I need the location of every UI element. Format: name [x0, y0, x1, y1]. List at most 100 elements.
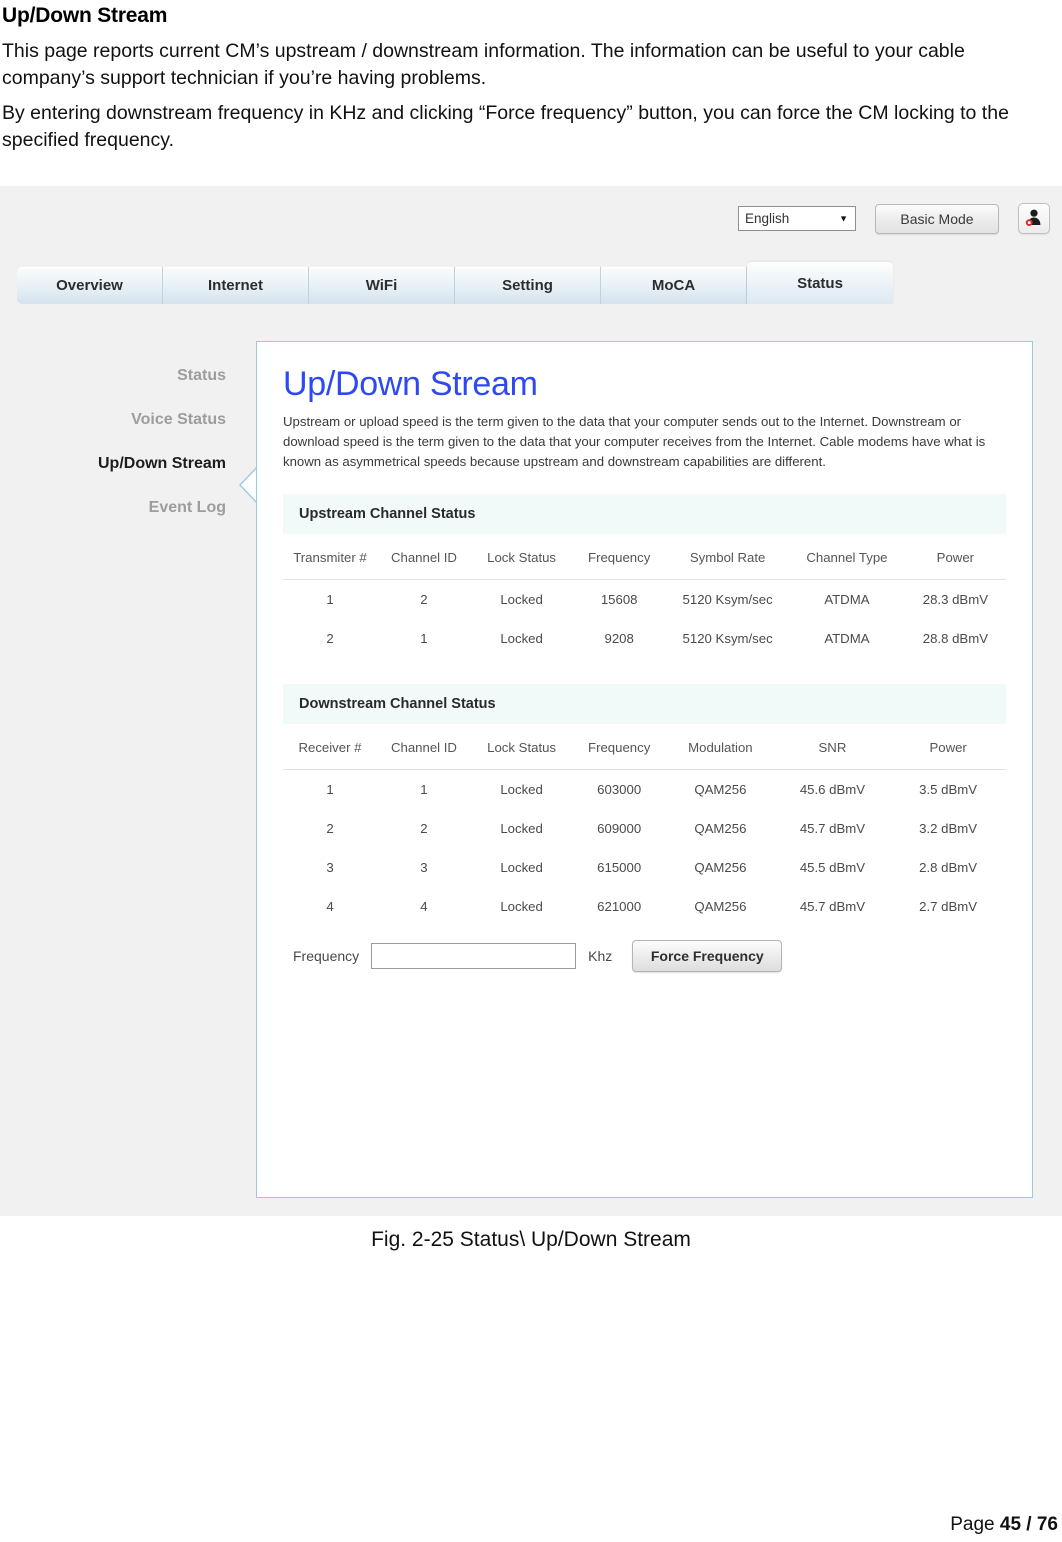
tab-setting[interactable]: Setting: [455, 267, 601, 304]
col-modulation: Modulation: [666, 724, 775, 770]
user-logout-icon: [1025, 209, 1041, 226]
screenshot-topbar: English ▼ Basic Mode: [738, 203, 1050, 234]
col-channel-id: Channel ID: [376, 724, 471, 770]
cell: 9208: [604, 631, 634, 646]
cell: 615000: [597, 860, 642, 875]
table-row: 1 1 Locked 603000 QAM256 45.6 dBmV 3.5 d…: [283, 770, 1006, 810]
col-transmiter: Transmiter #: [283, 534, 377, 580]
chevron-down-icon: ▼: [839, 213, 848, 223]
col-lock-status: Lock Status: [470, 724, 573, 770]
cell: 2: [326, 631, 334, 646]
table-header-row: Transmiter # Channel ID Lock Status Freq…: [283, 534, 1006, 580]
cell: 5120 Ksym/sec: [682, 631, 773, 646]
cell: 1: [326, 782, 334, 797]
sidebar-item-status[interactable]: Status: [0, 354, 244, 398]
intro-paragraph-2: By entering downstream frequency in KHz …: [2, 102, 1009, 151]
force-frequency-form: Frequency Khz Force Frequency: [283, 940, 1006, 972]
cell: QAM256: [694, 782, 747, 797]
cell: 3.5 dBmV: [919, 782, 978, 797]
cell: 5120 Ksym/sec: [682, 592, 773, 607]
cell: 2.8 dBmV: [919, 860, 978, 875]
document-text-block: Up/Down Stream This page reports current…: [0, 0, 1062, 154]
tab-moca[interactable]: MoCA: [601, 267, 747, 304]
cell: 603000: [597, 782, 642, 797]
panel-heading: Up/Down Stream: [283, 365, 538, 403]
frequency-unit-label: Khz: [588, 948, 613, 964]
page-title: Up/Down Stream: [2, 4, 168, 27]
cell: 4: [326, 899, 334, 914]
cell: 2: [420, 592, 428, 607]
col-channel-id: Channel ID: [376, 534, 471, 580]
table-row: 4 4 Locked 621000 QAM256 45.7 dBmV 2.7 d…: [283, 887, 1006, 928]
col-snr: SNR: [774, 724, 891, 770]
cell: 1: [326, 592, 334, 607]
cell: 3: [420, 860, 428, 875]
cell: 2: [326, 821, 334, 836]
footer-prefix: Page: [950, 1514, 1000, 1535]
col-receiver: Receiver #: [283, 724, 377, 770]
content-panel: Up/Down Stream Upstream or upload speed …: [256, 341, 1033, 1198]
table-row: 2 1 Locked 9208 5120 Ksym/sec ATDMA 28.8…: [283, 619, 1006, 660]
intro-paragraph-1: This page reports current CM’s upstream …: [2, 40, 965, 89]
user-account-button[interactable]: [1018, 203, 1050, 234]
cell: Locked: [500, 821, 543, 836]
cell: 45.7 dBmV: [799, 899, 866, 914]
frequency-input[interactable]: [371, 943, 577, 969]
force-frequency-button[interactable]: Force Frequency: [632, 940, 783, 972]
table-row: 2 2 Locked 609000 QAM256 45.7 dBmV 3.2 d…: [283, 809, 1006, 848]
cell: 2.7 dBmV: [919, 899, 978, 914]
cell: QAM256: [694, 821, 747, 836]
cell: ATDMA: [824, 631, 870, 646]
sidebar-item-up-down-stream[interactable]: Up/Down Stream: [0, 442, 244, 486]
cell: 609000: [597, 821, 642, 836]
cell: 28.8 dBmV: [922, 631, 988, 646]
tab-overview[interactable]: Overview: [17, 267, 163, 304]
language-select-value: English: [745, 211, 790, 226]
col-power: Power: [904, 534, 1006, 580]
tab-wifi[interactable]: WiFi: [309, 267, 455, 304]
cell: 15608: [600, 592, 638, 607]
panel-description: Upstream or upload speed is the term giv…: [283, 414, 986, 469]
upstream-section-header: Upstream Channel Status: [283, 494, 1006, 534]
cell: Locked: [500, 860, 543, 875]
cell: Locked: [500, 592, 543, 607]
cell: Locked: [500, 899, 543, 914]
table-row: 1 2 Locked 15608 5120 Ksym/sec ATDMA 28.…: [283, 580, 1006, 620]
col-power: Power: [890, 724, 1006, 770]
sidebar-item-voice-status[interactable]: Voice Status: [0, 398, 244, 442]
language-select[interactable]: English ▼: [738, 206, 856, 231]
sidebar-item-event-log[interactable]: Event Log: [0, 486, 244, 530]
frequency-label: Frequency: [293, 948, 360, 964]
cell: QAM256: [694, 860, 747, 875]
basic-mode-button[interactable]: Basic Mode: [875, 203, 999, 234]
tab-internet[interactable]: Internet: [163, 267, 309, 304]
cell: Locked: [500, 782, 543, 797]
cell: Locked: [500, 631, 543, 646]
cell: 4: [420, 899, 428, 914]
cell: 2: [420, 821, 428, 836]
status-sidebar: Status Voice Status Up/Down Stream Event…: [0, 354, 244, 530]
cell: 45.7 dBmV: [799, 821, 866, 836]
cell: 621000: [597, 899, 642, 914]
cell: QAM256: [694, 899, 747, 914]
figure-caption: Fig. 2-25 Status\ Up/Down Stream: [371, 1228, 691, 1251]
cell: 45.6 dBmV: [799, 782, 866, 797]
cell: 1: [420, 782, 428, 797]
router-ui-screenshot: English ▼ Basic Mode Overview Internet W…: [0, 186, 1062, 1216]
footer-page-number: 45 / 76: [999, 1514, 1058, 1535]
col-lock-status: Lock Status: [470, 534, 573, 580]
cell: ATDMA: [824, 592, 870, 607]
main-nav-tabs: Overview Internet WiFi Setting MoCA Stat…: [17, 262, 893, 304]
cell: 3.2 dBmV: [919, 821, 978, 836]
table-row: 3 3 Locked 615000 QAM256 45.5 dBmV 2.8 d…: [283, 848, 1006, 887]
col-channel-type: Channel Type: [789, 534, 905, 580]
cell: 45.5 dBmV: [799, 860, 866, 875]
col-frequency: Frequency: [572, 534, 667, 580]
downstream-channel-table: Receiver # Channel ID Lock Status Freque…: [283, 724, 1006, 928]
upstream-channel-table: Transmiter # Channel ID Lock Status Freq…: [283, 534, 1006, 660]
cell: 28.3 dBmV: [922, 592, 988, 607]
tab-status[interactable]: Status: [747, 262, 893, 304]
cell: 3: [326, 860, 334, 875]
downstream-section-header: Downstream Channel Status: [283, 684, 1006, 724]
table-header-row: Receiver # Channel ID Lock Status Freque…: [283, 724, 1006, 770]
